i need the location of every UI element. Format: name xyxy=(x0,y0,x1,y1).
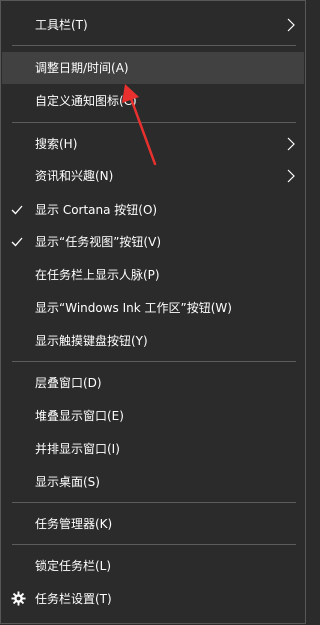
menu-item-label: 自定义通知图标(C) xyxy=(35,94,137,108)
menu-item-label: 显示桌面(S) xyxy=(35,475,100,489)
menu-item-show-touch-keyboard[interactable]: 显示触摸键盘按钮(Y) xyxy=(2,325,304,357)
menu-item-show-windows-ink[interactable]: 显示“Windows Ink 工作区”按钮(W) xyxy=(2,292,304,324)
chevron-right-icon xyxy=(287,169,295,183)
menu-item-label: 在任务栏上显示人脉(P) xyxy=(35,268,160,282)
menu-item-label: 显示触摸键盘按钮(Y) xyxy=(35,334,148,348)
menu-item-task-manager[interactable]: 任务管理器(K) xyxy=(2,508,304,540)
chevron-right-icon xyxy=(287,137,295,151)
menu-item-stack-windows[interactable]: 堆叠显示窗口(E) xyxy=(2,400,304,432)
menu-item-label: 层叠窗口(D) xyxy=(35,376,102,390)
menu-separator xyxy=(12,544,296,545)
menu-item-adjust-datetime[interactable]: 调整日期/时间(A) xyxy=(2,52,304,84)
menu-item-label: 锁定任务栏(L) xyxy=(35,559,112,573)
menu-separator xyxy=(12,45,296,46)
menu-item-cascade-windows[interactable]: 层叠窗口(D) xyxy=(2,367,304,399)
menu-item-label: 显示 Cortana 按钮(O) xyxy=(35,203,158,217)
menu-item-search[interactable]: 搜索(H) xyxy=(2,128,304,160)
menu-separator xyxy=(12,122,296,123)
menu-item-show-cortana[interactable]: 显示 Cortana 按钮(O) xyxy=(2,194,304,226)
menu-item-taskbar-settings[interactable]: 任务栏设置(T) xyxy=(2,583,304,615)
menu-separator xyxy=(12,361,296,362)
menu-item-news-interests[interactable]: 资讯和兴趣(N) xyxy=(2,160,304,192)
menu-item-toolbars[interactable]: 工具栏(T) xyxy=(2,9,304,41)
menu-item-label: 显示“Windows Ink 工作区”按钮(W) xyxy=(35,301,232,315)
menu-item-show-task-view[interactable]: 显示“任务视图”按钮(V) xyxy=(2,226,304,258)
menu-item-customize-notification-icons[interactable]: 自定义通知图标(C) xyxy=(2,85,304,117)
menu-item-label: 资讯和兴趣(N) xyxy=(35,169,114,183)
menu-item-label: 堆叠显示窗口(E) xyxy=(35,409,124,423)
menu-item-show-people[interactable]: 在任务栏上显示人脉(P) xyxy=(2,259,304,291)
menu-item-label: 显示“任务视图”按钮(V) xyxy=(35,235,162,249)
menu-item-show-desktop[interactable]: 显示桌面(S) xyxy=(2,466,304,498)
menu-item-side-by-side[interactable]: 并排显示窗口(I) xyxy=(2,433,304,465)
menu-item-label: 调整日期/时间(A) xyxy=(35,61,129,75)
menu-item-label: 任务栏设置(T) xyxy=(35,592,112,606)
checkmark-icon xyxy=(11,205,23,215)
menu-item-label: 任务管理器(K) xyxy=(35,517,113,531)
menu-item-label: 工具栏(T) xyxy=(35,18,88,32)
gear-icon xyxy=(11,591,26,606)
menu-item-lock-taskbar[interactable]: 锁定任务栏(L) xyxy=(2,550,304,582)
chevron-right-icon xyxy=(287,18,295,32)
checkmark-icon xyxy=(11,237,23,247)
menu-item-label: 并排显示窗口(I) xyxy=(35,442,120,456)
taskbar-context-menu: 工具栏(T) 调整日期/时间(A) 自定义通知图标(C) 搜索(H) 资讯和兴趣… xyxy=(0,0,306,624)
menu-separator xyxy=(12,502,296,503)
menu-item-label: 搜索(H) xyxy=(35,137,78,151)
